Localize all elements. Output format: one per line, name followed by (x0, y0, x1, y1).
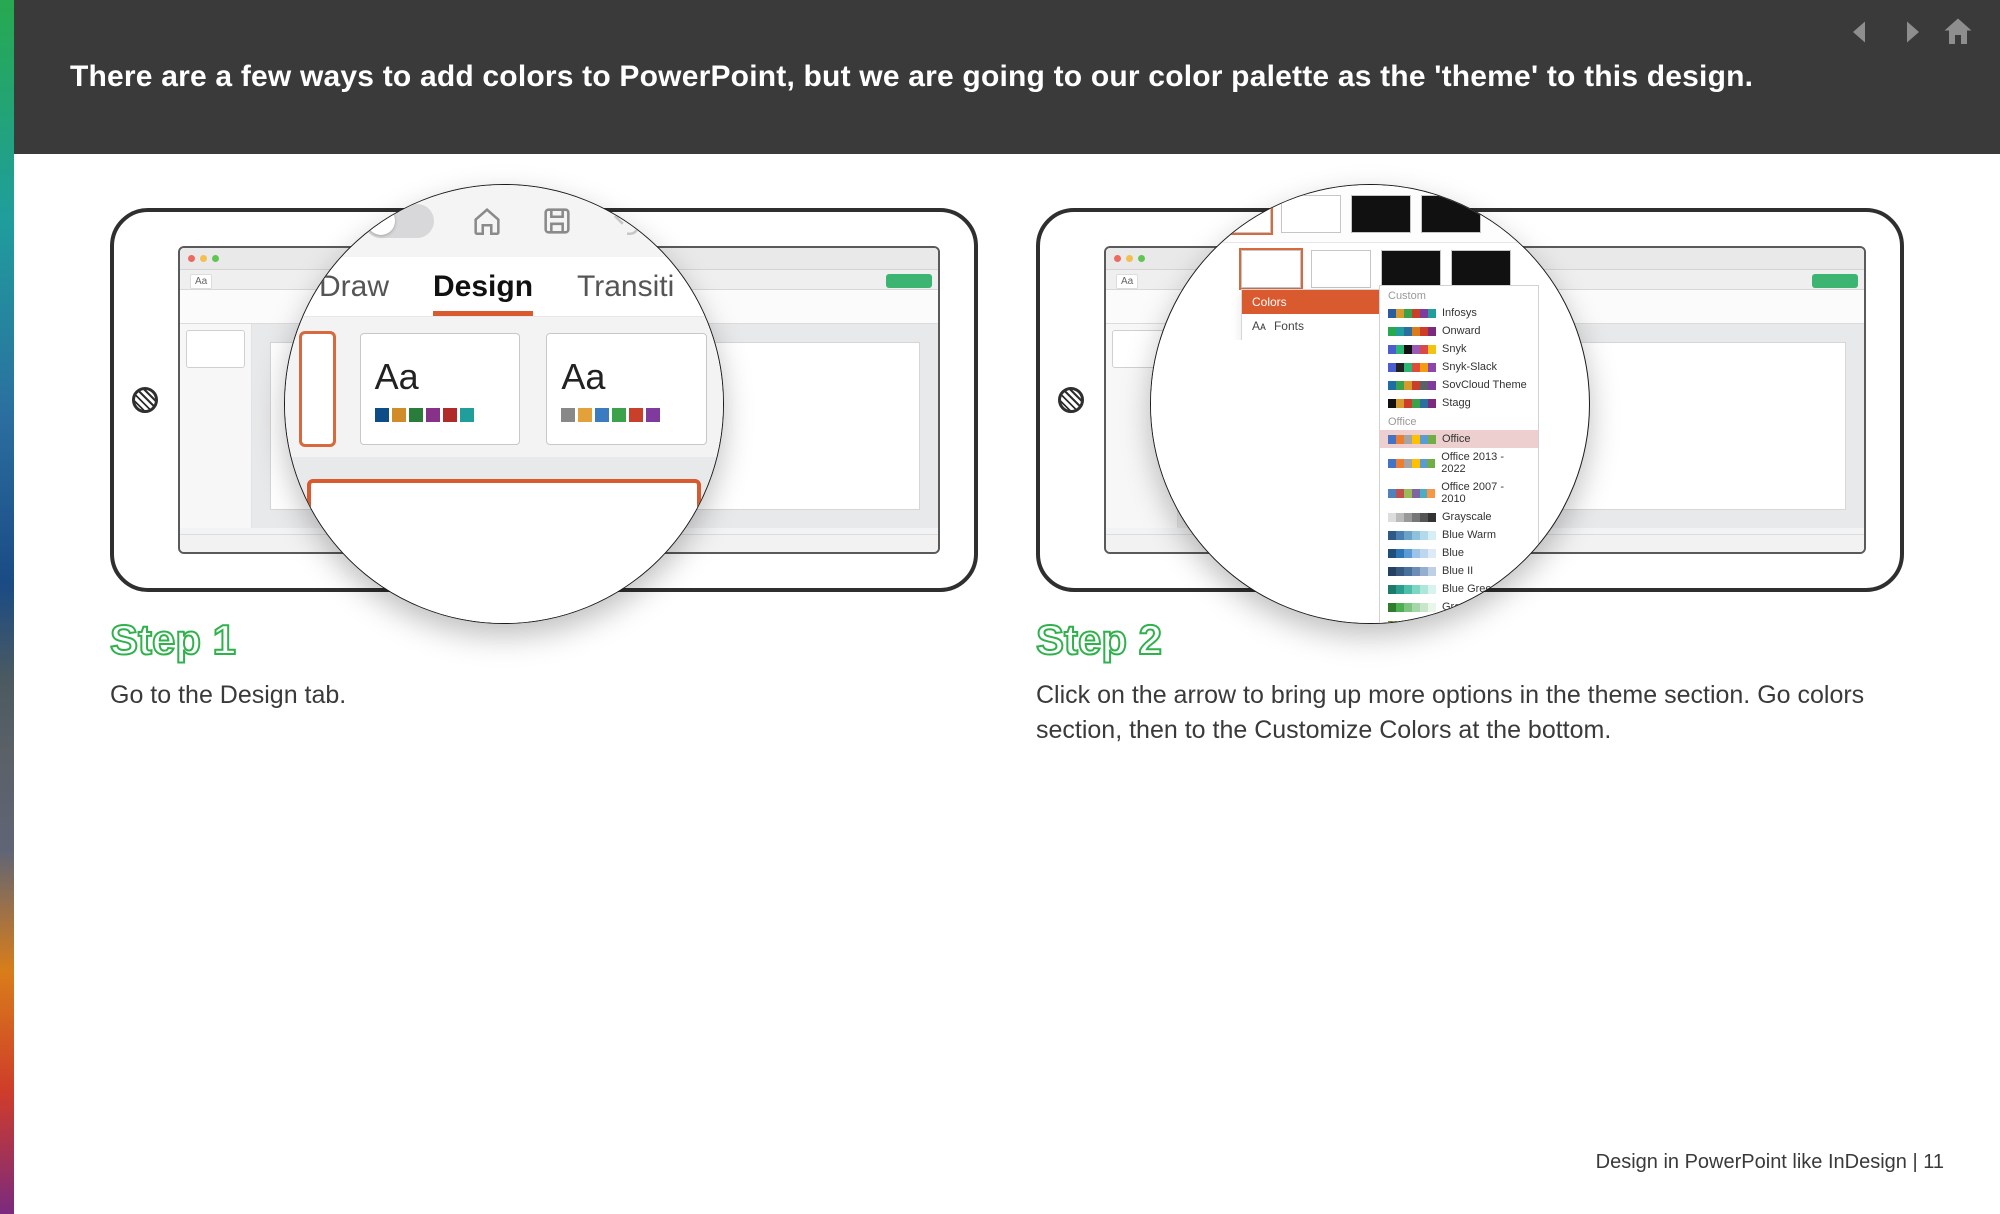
magnifier-step1: Draw Design Transiti Aa Aa (284, 184, 724, 624)
variant-option[interactable] (1351, 195, 1411, 233)
header-banner: There are a few ways to add colors to Po… (14, 0, 2000, 154)
undo-icon (610, 204, 644, 238)
color-option[interactable]: Blue Green (1380, 580, 1538, 598)
content-area: Aa (14, 154, 2000, 1214)
slide-thumbnails (180, 324, 252, 528)
color-option[interactable]: SovCloud Theme (1380, 376, 1538, 394)
theme-selected[interactable] (301, 333, 334, 445)
color-option[interactable]: Blue II (1380, 562, 1538, 580)
color-option[interactable]: Infosys (1380, 304, 1538, 322)
color-option[interactable]: Office (1380, 430, 1538, 448)
magnifier-step2: Colors▸ AᴀFonts ▦Background Styles Custo… (1150, 184, 1590, 624)
banner-title: There are a few ways to add colors to Po… (70, 57, 1753, 98)
prev-icon[interactable] (1844, 14, 1880, 50)
tab-transitions[interactable]: Transiti (577, 270, 674, 316)
color-option[interactable]: Green Yellow (1380, 616, 1538, 624)
submenu-header-custom: Custom (1380, 286, 1538, 304)
mini-theme-icon: Aa (190, 274, 212, 289)
step1-desc: Go to the Design tab. (110, 678, 978, 713)
variant-option[interactable] (1281, 195, 1341, 233)
variant-option[interactable] (1211, 195, 1271, 233)
traffic-green-icon (1138, 255, 1145, 262)
traffic-yellow-icon (1126, 255, 1133, 262)
color-option[interactable]: Snyk-Slack (1380, 358, 1538, 376)
tablet-frame: Aa (1036, 208, 1904, 592)
share-button[interactable] (1812, 274, 1858, 288)
color-option[interactable]: Green (1380, 598, 1538, 616)
slide-canvas-preview (285, 457, 723, 624)
step2-column: Aa (1036, 208, 1904, 747)
house-icon (470, 204, 504, 238)
variant-option[interactable] (1311, 250, 1371, 288)
tab-draw[interactable]: Draw (319, 270, 389, 316)
color-option[interactable]: Stagg (1380, 394, 1538, 412)
traffic-red-icon (1114, 255, 1121, 262)
step1-column: Aa (110, 208, 978, 747)
color-option[interactable]: Office 2013 - 2022 (1380, 448, 1538, 478)
toggle-icon[interactable] (364, 204, 434, 238)
variant-option[interactable] (1421, 195, 1481, 233)
color-option[interactable]: Blue Warm (1380, 526, 1538, 544)
theme-option[interactable]: Aa (546, 333, 707, 445)
theme-option[interactable]: Aa (360, 333, 521, 445)
colors-submenu: Custom Infosys Onward Snyk Snyk-Slack So… (1379, 285, 1539, 624)
step2-label: Step 2 (1036, 616, 1904, 664)
variant-option[interactable] (1451, 250, 1511, 288)
step1-label: Step 1 (110, 616, 978, 664)
traffic-yellow-icon (200, 255, 207, 262)
page-footer: Design in PowerPoint like InDesign | 11 (1596, 1151, 1944, 1174)
color-option[interactable]: Office 2007 - 2010 (1380, 478, 1538, 508)
tab-design[interactable]: Design (433, 270, 533, 316)
color-option[interactable]: Snyk (1380, 340, 1538, 358)
color-option[interactable]: Onward (1380, 322, 1538, 340)
dropdown-backing (1151, 340, 1411, 624)
traffic-green-icon (212, 255, 219, 262)
theme-aa-label: Aa (561, 356, 605, 398)
slide-nav (1844, 14, 1976, 50)
variant-gradient-icon (1151, 185, 1211, 243)
home-icon[interactable] (1940, 14, 1976, 50)
step2-desc: Click on the arrow to bring up more opti… (1036, 678, 1904, 747)
next-icon[interactable] (1892, 14, 1928, 50)
tablet-home-icon (1058, 387, 1084, 413)
traffic-red-icon (188, 255, 195, 262)
variant-option[interactable] (1381, 250, 1441, 288)
variant-strip (1151, 185, 1589, 243)
mini-theme-icon: Aa (1116, 274, 1138, 289)
share-button[interactable] (886, 274, 932, 288)
color-option[interactable]: Grayscale (1380, 508, 1538, 526)
variant-option[interactable] (1241, 250, 1301, 288)
color-option[interactable]: Blue (1380, 544, 1538, 562)
tablet-home-icon (132, 387, 158, 413)
theme-swatches (375, 408, 474, 422)
theme-swatches (561, 408, 660, 422)
tablet-frame: Aa (110, 208, 978, 592)
ribbon-tabs: Draw Design Transiti (285, 257, 723, 317)
thumb-item[interactable] (186, 330, 245, 368)
save-icon (540, 204, 574, 238)
theme-gallery: Aa Aa (285, 317, 723, 457)
slide-page: There are a few ways to add colors to Po… (0, 0, 2000, 1214)
submenu-header-office: Office (1380, 412, 1538, 430)
theme-aa-label: Aa (375, 356, 419, 398)
